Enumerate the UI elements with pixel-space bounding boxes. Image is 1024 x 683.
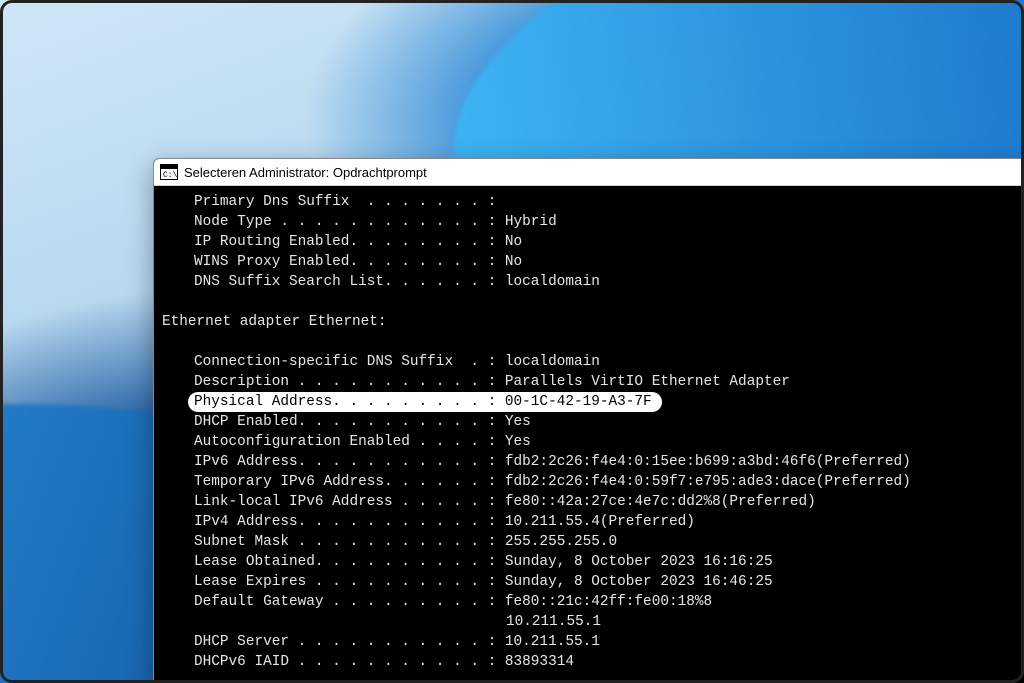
cmd-icon-label: C:\	[163, 172, 177, 180]
cmd-icon: C:\	[160, 164, 178, 180]
output-line: Description . . . . . . . . . . . : Para…	[154, 372, 1024, 392]
output-line: Connection-specific DNS Suffix . : local…	[154, 352, 1024, 372]
output-line: Autoconfiguration Enabled . . . . : Yes	[154, 432, 1024, 452]
terminal-output[interactable]: Primary Dns Suffix . . . . . . . :Node T…	[154, 186, 1024, 672]
output-line: IP Routing Enabled. . . . . . . . : No	[154, 232, 1024, 252]
window-title: Selecteren Administrator: Opdrachtprompt	[184, 165, 427, 180]
output-line: IPv4 Address. . . . . . . . . . . : 10.2…	[154, 512, 1024, 532]
output-line: Lease Obtained. . . . . . . . . . : Sund…	[154, 552, 1024, 572]
output-line: Node Type . . . . . . . . . . . . : Hybr…	[154, 212, 1024, 232]
desktop-background: C:\ Selecteren Administrator: Opdrachtpr…	[0, 0, 1024, 683]
output-line: DHCP Server . . . . . . . . . . . : 10.2…	[154, 632, 1024, 652]
output-line: Default Gateway . . . . . . . . . : fe80…	[154, 592, 1024, 612]
output-line: DHCPv6 IAID . . . . . . . . . . . : 8389…	[154, 652, 1024, 672]
output-line: IPv6 Address. . . . . . . . . . . : fdb2…	[154, 452, 1024, 472]
output-line: Physical Address. . . . . . . . . : 00-1…	[154, 392, 1024, 412]
command-prompt-window[interactable]: C:\ Selecteren Administrator: Opdrachtpr…	[153, 158, 1024, 683]
window-titlebar[interactable]: C:\ Selecteren Administrator: Opdrachtpr…	[154, 159, 1024, 186]
output-line: Link-local IPv6 Address . . . . . : fe80…	[154, 492, 1024, 512]
output-line: Subnet Mask . . . . . . . . . . . : 255.…	[154, 532, 1024, 552]
output-line: Primary Dns Suffix . . . . . . . :	[154, 192, 1024, 212]
output-line: Temporary IPv6 Address. . . . . . : fdb2…	[154, 472, 1024, 492]
output-line: Lease Expires . . . . . . . . . . : Sund…	[154, 572, 1024, 592]
gateway-extra: 10.211.55.1	[154, 612, 1024, 632]
output-line: DHCP Enabled. . . . . . . . . . . : Yes	[154, 412, 1024, 432]
output-line: WINS Proxy Enabled. . . . . . . . : No	[154, 252, 1024, 272]
output-line: DNS Suffix Search List. . . . . . : loca…	[154, 272, 1024, 292]
adapter-heading: Ethernet adapter Ethernet:	[154, 312, 1024, 332]
highlighted-line: Physical Address. . . . . . . . . : 00-1…	[188, 392, 662, 412]
